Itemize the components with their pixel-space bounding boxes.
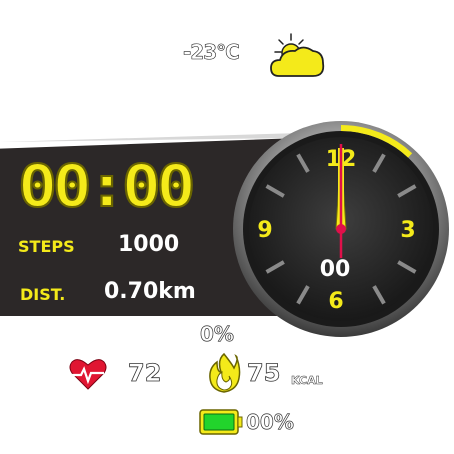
heart-rate-value: 72 [128,359,162,388]
progress-percent: 0% [200,322,235,347]
temperature-text: -23°C [183,40,240,65]
distance-value: 0.70km [104,279,196,304]
partly-cloudy-icon [270,33,325,77]
analog-dial: 12 3 6 9 00 [233,121,449,337]
hand-pivot [336,224,346,234]
calories-value: 75 [247,359,281,388]
seconds-readout: 00 [320,257,351,282]
digital-time: 00:00 [17,151,197,221]
numeral-9: 9 [257,218,272,243]
heart-rate-icon [69,359,107,390]
distance-label: DIST. [20,285,66,304]
flame-icon [209,352,241,393]
steps-value: 1000 [118,232,180,257]
numeral-6: 6 [328,289,343,314]
numeral-3: 3 [400,218,415,243]
battery-icon [199,409,243,435]
calories-unit: KCAL [291,374,323,388]
battery-value: 00% [246,410,295,435]
steps-label: STEPS [18,237,75,256]
